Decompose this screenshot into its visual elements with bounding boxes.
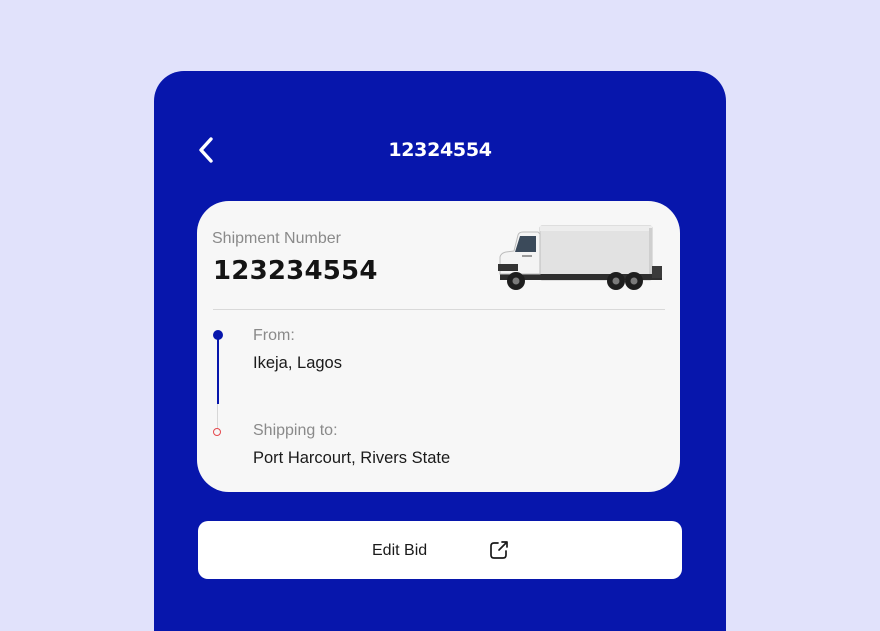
edit-bid-label: Edit Bid [372, 542, 428, 559]
edit-bid-button[interactable]: Edit Bid [198, 521, 682, 579]
shipment-card: Shipment Number 123234554 From: Ikeja, L… [197, 201, 680, 492]
shipping-to-value: Port Harcourt, Rivers State [253, 449, 451, 467]
shipping-to-label: Shipping to: [253, 422, 338, 439]
page-title: 12324554 [388, 139, 492, 161]
shipment-number-label: Shipment Number [212, 230, 341, 247]
origin-dot-icon [213, 330, 223, 340]
from-label: From: [253, 327, 295, 344]
card-divider [213, 309, 665, 310]
destination-dot-icon [213, 428, 221, 436]
route-line-faint [217, 404, 218, 430]
route-line [217, 334, 219, 404]
external-link-icon [490, 541, 508, 559]
box-truck-image [498, 225, 662, 290]
shipment-number: 123234554 [213, 256, 378, 286]
shipment-detail-screen: 12324554 Shipment Number 123234554 From:… [154, 71, 726, 631]
from-value: Ikeja, Lagos [253, 354, 342, 372]
